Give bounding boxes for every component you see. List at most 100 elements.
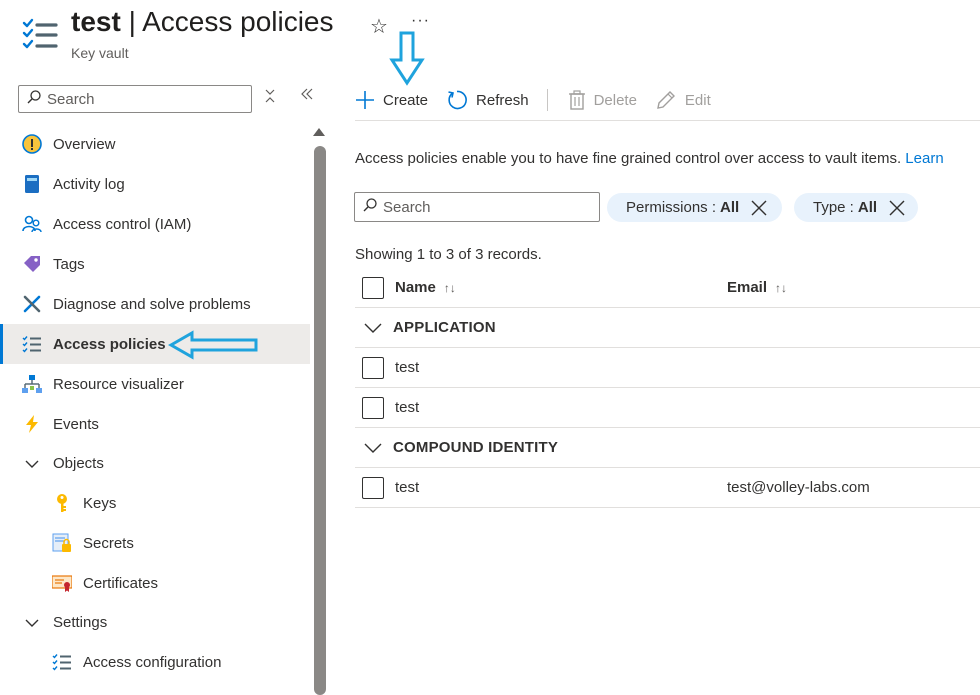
policy-name: test — [395, 359, 420, 376]
sidebar-item-keys[interactable]: Keys — [0, 483, 310, 523]
sidebar-item-access-configuration[interactable]: Access configuration — [0, 642, 310, 682]
sidebar-item-label: Overview — [53, 135, 116, 153]
toolbar-divider — [546, 89, 548, 111]
row-checkbox[interactable] — [362, 476, 384, 499]
sidebar-group-label: Objects — [53, 455, 104, 472]
sidebar-search-input[interactable] — [47, 90, 227, 108]
delete-label: Delete — [593, 91, 637, 109]
access-policies-table: Name ↑↓ Email ↑↓ APPLICATION test test COM… — [355, 268, 980, 508]
sidebar-item-tags[interactable]: Tags — [0, 244, 310, 284]
close-icon[interactable] — [889, 200, 905, 216]
pencil-icon — [655, 89, 677, 111]
sidebar-item-label: Events — [53, 415, 99, 433]
group-title: APPLICATION — [393, 319, 496, 336]
policy-search-box[interactable] — [354, 192, 600, 222]
table-row[interactable]: test test@volley-labs.com — [355, 468, 980, 508]
refresh-button[interactable]: Refresh — [446, 89, 529, 111]
overview-icon — [22, 134, 42, 154]
group-row-application[interactable]: APPLICATION — [355, 308, 980, 348]
scroll-up-arrow[interactable] — [313, 128, 325, 136]
iam-icon — [22, 214, 42, 234]
sidebar-scrollbar-thumb[interactable] — [314, 146, 326, 695]
chevron-down-icon — [364, 323, 382, 333]
trash-icon — [568, 90, 586, 110]
row-checkbox[interactable] — [362, 356, 384, 379]
type-filter-pill[interactable]: Type : All — [794, 193, 918, 222]
sidebar-item-activity-log[interactable]: Activity log — [0, 164, 310, 204]
sidebar-item-resource-visualizer[interactable]: Resource visualizer — [0, 364, 310, 404]
sidebar-item-label: Access policies — [53, 335, 166, 353]
sidebar-item-label: Keys — [83, 494, 117, 512]
create-button[interactable]: Create — [355, 90, 428, 110]
wrench-icon — [22, 294, 42, 314]
sidebar-group-label: Settings — [53, 614, 108, 631]
row-checkbox[interactable] — [362, 396, 384, 419]
refresh-icon — [446, 89, 468, 111]
plus-icon — [355, 90, 375, 110]
page-title: test | Access policies — [71, 6, 334, 38]
sidebar-item-label: Resource visualizer — [53, 375, 184, 393]
learn-more-link[interactable]: Learn — [905, 150, 943, 167]
access-policies-icon — [22, 334, 42, 354]
sort-icon: ↑↓ — [443, 280, 456, 295]
sidebar-item-secrets[interactable]: Secrets — [0, 523, 310, 563]
permissions-filter-label: Permissions : — [626, 199, 717, 216]
column-header-label: Email — [727, 279, 768, 296]
table-row[interactable]: test — [355, 388, 980, 428]
sidebar-item-label: Access configuration — [83, 653, 222, 671]
policy-email: test@volley-labs.com — [727, 479, 870, 496]
permissions-filter-pill[interactable]: Permissions : All — [607, 193, 782, 222]
create-label: Create — [383, 91, 429, 109]
clear-search-icon[interactable] — [264, 89, 276, 107]
activity-log-icon — [22, 174, 42, 194]
sidebar-search-box[interactable] — [18, 85, 252, 113]
policy-name: test — [395, 399, 420, 416]
group-row-compound-identity[interactable]: COMPOUND IDENTITY — [355, 428, 980, 468]
chevron-down-icon — [22, 456, 42, 472]
more-options-button[interactable]: ··· — [411, 12, 430, 30]
sidebar-item-certificates[interactable]: Certificates — [0, 563, 310, 603]
sidebar-nav: Overview Activity log Access control (IA… — [0, 124, 310, 682]
command-bar: Create Refresh Delete Edit — [355, 86, 729, 114]
sidebar-item-access-control[interactable]: Access control (IAM) — [0, 204, 310, 244]
title-separator: | — [128, 6, 136, 37]
sidebar-item-events[interactable]: Events — [0, 404, 310, 444]
tag-icon — [22, 254, 42, 274]
select-all-checkbox[interactable] — [362, 276, 384, 299]
sidebar-item-label: Tags — [53, 255, 85, 273]
sidebar-item-access-policies[interactable]: Access policies — [0, 324, 310, 364]
column-header-label: Name — [395, 279, 436, 296]
policy-search-input[interactable] — [383, 198, 563, 216]
access-configuration-icon — [52, 652, 72, 672]
group-title: COMPOUND IDENTITY — [393, 439, 559, 456]
sidebar-group-objects[interactable]: Objects — [0, 444, 310, 483]
sidebar-item-diagnose[interactable]: Diagnose and solve problems — [0, 284, 310, 324]
sort-icon: ↑↓ — [775, 280, 788, 295]
type-filter-value: All — [857, 199, 878, 216]
sidebar-item-overview[interactable]: Overview — [0, 124, 310, 164]
table-header-row: Name ↑↓ Email ↑↓ — [355, 268, 980, 308]
sidebar-item-label: Activity log — [53, 175, 125, 193]
info-description: Access policies enable you to have fine … — [355, 150, 902, 167]
sidebar-group-settings[interactable]: Settings — [0, 603, 310, 642]
search-icon — [27, 90, 41, 108]
star-icon[interactable]: ☆ — [370, 14, 388, 39]
info-text: Access policies enable you to have fine … — [355, 150, 944, 167]
page-name: Access policies — [142, 6, 334, 37]
column-header-email[interactable]: Email ↑↓ — [727, 279, 787, 296]
column-header-name[interactable]: Name ↑↓ — [395, 279, 727, 296]
delete-button[interactable]: Delete — [568, 90, 637, 110]
certificate-icon — [52, 573, 72, 593]
lightning-icon — [22, 414, 42, 434]
resource-visualizer-icon — [22, 374, 42, 394]
policy-name: test — [395, 479, 420, 496]
sidebar-item-label: Secrets — [83, 534, 134, 552]
search-icon — [363, 198, 377, 216]
table-row[interactable]: test — [355, 348, 980, 388]
collapse-sidebar-icon[interactable] — [300, 86, 314, 106]
annotation-arrow-down — [389, 31, 425, 86]
secret-icon — [52, 533, 72, 553]
close-icon[interactable] — [751, 200, 767, 216]
edit-label: Edit — [684, 91, 711, 109]
edit-button[interactable]: Edit — [655, 89, 711, 111]
